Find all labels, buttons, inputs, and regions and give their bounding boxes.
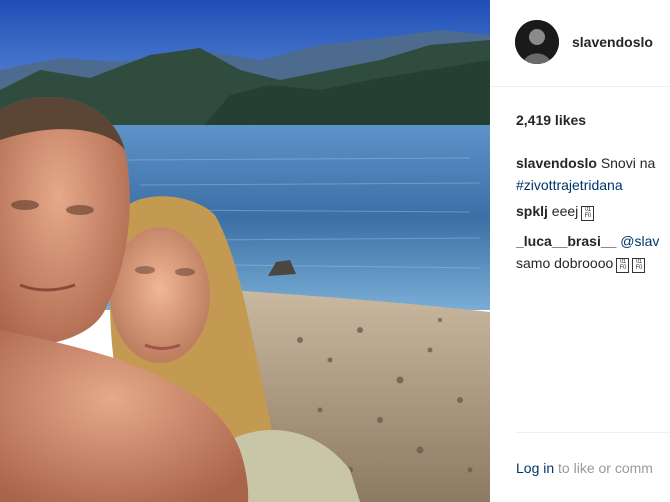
comment-text: samo dobroooo <box>516 255 614 271</box>
divider <box>516 432 670 433</box>
login-link[interactable]: Log in <box>516 460 554 476</box>
post-header: slavendoslo <box>490 0 670 87</box>
comment-mention[interactable]: @slav <box>620 233 659 249</box>
caption-hashtag[interactable]: #zivottrajetridana <box>516 177 623 193</box>
comment-item: spklj eeej 01 F0 <box>516 200 595 222</box>
comment-username[interactable]: spklj <box>516 203 548 219</box>
comment-item: _luca__brasi__ @slav samo dobroooo 01 F001… <box>516 230 659 274</box>
emoji-placeholder-icon: 01 F0 <box>616 258 630 273</box>
post-photo[interactable] <box>0 0 490 502</box>
login-prompt-text: to like or comm <box>558 460 653 476</box>
post-sidebar: slavendoslo 2,419 likes slavendoslo Snov… <box>490 0 670 502</box>
comment-username[interactable]: _luca__brasi__ <box>516 233 616 249</box>
caption: slavendoslo Snovi na #zivottrajetridana <box>516 152 655 196</box>
emoji-placeholder-icon: 01 F0 <box>581 206 595 221</box>
likes-count[interactable]: 2,419 likes <box>516 112 586 128</box>
emoji-placeholder-icon: 01 F0 <box>632 258 646 273</box>
caption-text: Snovi na <box>600 155 656 171</box>
author-username[interactable]: slavendoslo <box>572 34 653 50</box>
avatar[interactable] <box>515 20 559 64</box>
caption-username[interactable]: slavendoslo <box>516 155 597 171</box>
comment-text: eeej <box>551 203 579 219</box>
login-prompt: Log in to like or comm <box>516 460 653 476</box>
